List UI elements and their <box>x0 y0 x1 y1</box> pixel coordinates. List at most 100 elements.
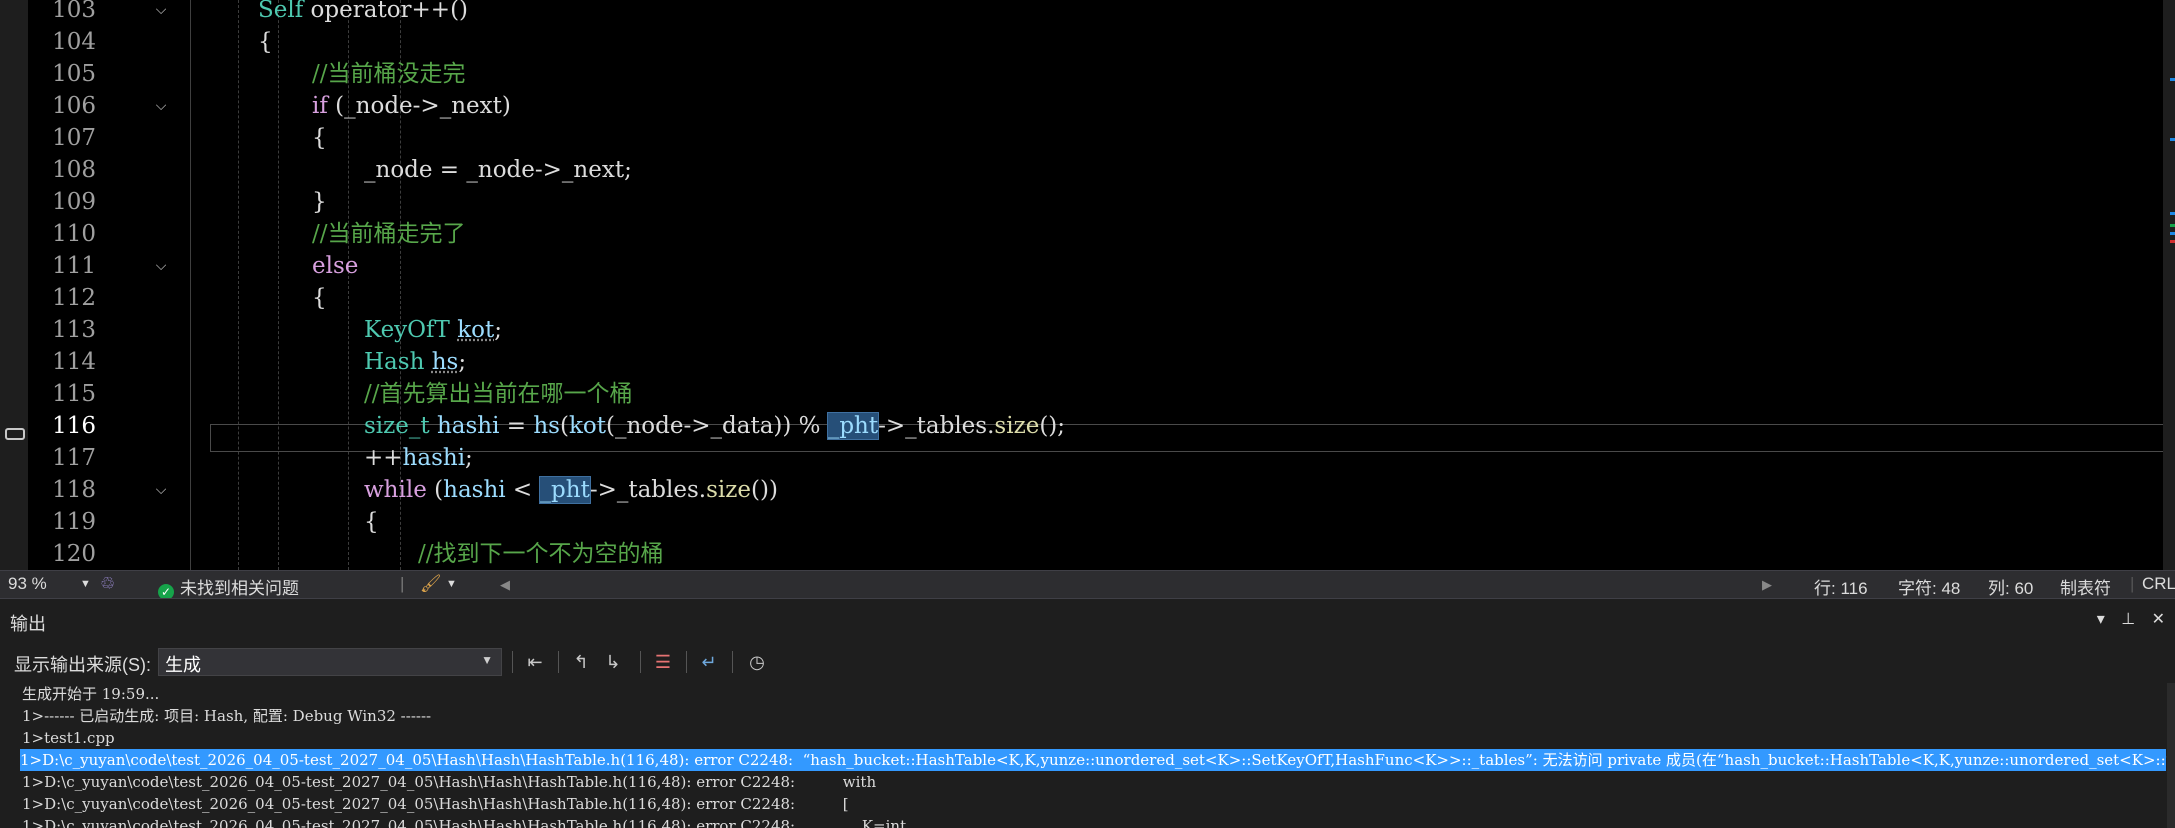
timestamp-icon[interactable]: ◷ <box>744 649 770 675</box>
word-wrap-icon[interactable]: ↵ <box>696 649 722 675</box>
code-line[interactable]: 120 //找到下一个不为空的桶 <box>28 538 2163 570</box>
line-ending-indicator[interactable]: CRL <box>2142 574 2175 594</box>
editor-vertical-scrollbar[interactable] <box>2163 0 2175 570</box>
code-line[interactable]: 112 { <box>28 282 2163 314</box>
code-token: ++ <box>364 445 403 471</box>
fold-toggle-icon[interactable]: ⌵ <box>154 0 168 26</box>
code-text[interactable]: Hash hs; <box>364 346 466 378</box>
code-text[interactable]: } <box>312 186 327 218</box>
previous-message-icon[interactable]: ↰ <box>568 649 594 675</box>
scroll-left-icon[interactable]: ◀ <box>500 577 510 593</box>
line-number: 116 <box>52 413 96 439</box>
output-line[interactable]: 1>D:\c_yuyan\code\test_2026_04_05-test_2… <box>22 815 2168 828</box>
zoom-level[interactable]: 93 % <box>8 574 47 594</box>
code-line[interactable]: 115 //首先算出当前在哪一个桶 <box>28 378 2163 410</box>
code-token: size <box>994 413 1040 439</box>
scroll-right-icon[interactable]: ▶ <box>1762 577 1772 593</box>
code-token: ; <box>494 317 502 343</box>
code-text[interactable]: KeyOfT kot; <box>364 314 502 346</box>
output-line[interactable]: 1>D:\c_yuyan\code\test_2026_04_05-test_2… <box>22 771 2168 793</box>
fold-toggle-icon[interactable]: ⌵ <box>154 474 168 506</box>
code-text[interactable]: { <box>258 26 273 58</box>
code-text[interactable]: { <box>312 122 327 154</box>
find-message-icon[interactable]: ⇤ <box>522 649 548 675</box>
column-indicator[interactable]: 列: 60 <box>1988 574 2033 599</box>
code-lines[interactable]: 103 ⌵ Self operator++() 104 {105 //当前桶没走完 106 ⌵… <box>28 0 2175 570</box>
code-text[interactable]: _node = _node->_next; <box>364 154 632 186</box>
code-token: _node = _node->_next; <box>364 157 632 183</box>
code-line[interactable]: 105 //当前桶没走完 <box>28 58 2163 90</box>
clear-all-icon[interactable]: ☰ <box>650 649 676 675</box>
pin-icon[interactable]: ⊥ <box>2121 611 2135 628</box>
output-line[interactable]: 生成开始于 19:59... <box>22 683 2168 705</box>
code-token: size <box>706 477 752 503</box>
next-message-icon[interactable]: ↳ <box>600 649 626 675</box>
code-line[interactable]: 106 ⌵ if (_node->_next) <box>28 90 2163 122</box>
code-line[interactable]: 111 ⌵ else <box>28 250 2163 282</box>
code-editor[interactable]: 103 ⌵ Self operator++() 104 {105 //当前桶没走完 106 ⌵… <box>0 0 2175 570</box>
code-line[interactable]: 113 KeyOfT kot; <box>28 314 2163 346</box>
tab-mode-indicator[interactable]: 制表符 <box>2060 574 2111 599</box>
code-line[interactable]: 118 ⌵ while (hashi < _pht->_tables.size()) <box>28 474 2163 506</box>
code-text[interactable]: //当前桶没走完 <box>312 58 466 90</box>
code-token: { <box>312 125 327 151</box>
code-text[interactable]: { <box>312 282 327 314</box>
code-line[interactable]: 114 Hash hs; <box>28 346 2163 378</box>
code-text[interactable]: { <box>364 506 379 538</box>
scroll-marker <box>2170 224 2175 227</box>
fold-toggle-icon[interactable]: ⌵ <box>154 250 168 282</box>
code-line[interactable]: 117 ++hashi; <box>28 442 2163 474</box>
code-text[interactable]: while (hashi < _pht->_tables.size()) <box>364 474 778 506</box>
output-line[interactable]: 1>------ 已启动生成: 项目: Hash, 配置: Debug Win3… <box>22 705 2168 727</box>
code-token: hashi <box>436 413 500 439</box>
output-scrollbar[interactable] <box>2167 683 2175 828</box>
row-indicator[interactable]: 行: 116 <box>1814 574 1868 599</box>
fold-toggle-icon[interactable]: ⌵ <box>154 90 168 122</box>
line-number: 118 <box>52 477 96 503</box>
output-text[interactable]: 生成开始于 19:59... 1>------ 已启动生成: 项目: Hash, … <box>0 683 2168 828</box>
code-text[interactable]: //当前桶走完了 <box>312 218 466 250</box>
cleanup-brush-icon[interactable]: 🖌 <box>420 574 442 594</box>
code-token: else <box>312 253 359 279</box>
code-token: { <box>258 29 273 55</box>
output-source-select[interactable]: 生成 ▼ <box>158 648 502 676</box>
code-line[interactable]: 109} <box>28 186 2163 218</box>
chevron-down-icon: ▼ <box>481 653 493 667</box>
zoom-dropdown-icon[interactable]: ▼ <box>80 578 91 590</box>
window-menu-icon[interactable]: ▾ <box>2097 611 2105 628</box>
code-text[interactable]: //找到下一个不为空的桶 <box>418 538 664 570</box>
toolbar-divider <box>686 651 687 673</box>
code-line[interactable]: 116 size_t hashi = hs(kot(_node->_data)) … <box>28 410 2163 442</box>
code-line[interactable]: 103 ⌵ Self operator++() <box>28 0 2163 26</box>
output-source-value: 生成 <box>165 655 201 675</box>
code-line[interactable]: 107 { <box>28 122 2163 154</box>
output-line-selected[interactable]: 1>D:\c_yuyan\code\test_2026_04_05-test_2… <box>20 749 2168 771</box>
code-text[interactable]: if (_node->_next) <box>312 90 511 122</box>
issues-text: 未找到相关问题 <box>180 579 299 598</box>
code-line[interactable]: 108 _node = _node->_next; <box>28 154 2163 186</box>
editor-status-bar: 93 % ▼ ♲ ✓ 未找到相关问题 | 🖌 ▼ ◀ ▶ 行: 116 字符: 4… <box>0 570 2175 600</box>
code-line[interactable]: 110 //当前桶走完了 <box>28 218 2163 250</box>
line-number: 105 <box>52 61 96 87</box>
line-number: 106 <box>52 93 96 119</box>
output-line[interactable]: 1>test1.cpp <box>22 727 2168 749</box>
close-icon[interactable]: ✕ <box>2152 611 2165 628</box>
code-text[interactable]: else <box>312 250 358 282</box>
char-indicator[interactable]: 字符: 48 <box>1898 574 1960 599</box>
line-number: 109 <box>52 189 96 215</box>
intellicode-icon[interactable]: ♲ <box>100 574 115 594</box>
output-line[interactable]: 1>D:\c_yuyan\code\test_2026_04_05-test_2… <box>22 793 2168 815</box>
code-line[interactable]: 119 { <box>28 506 2163 538</box>
code-text[interactable]: size_t hashi = hs(kot(_node->_data)) % _… <box>364 410 1065 442</box>
cleanup-dropdown-icon[interactable]: ▼ <box>446 578 457 590</box>
code-text[interactable]: ++hashi; <box>364 442 473 474</box>
code-text[interactable]: //首先算出当前在哪一个桶 <box>364 378 633 410</box>
code-token: hashi <box>402 445 466 471</box>
scroll-marker <box>2170 240 2175 243</box>
code-token: (_node->_next) <box>327 93 511 119</box>
code-text[interactable]: Self operator++() <box>258 0 468 26</box>
code-token: (_node->_data)) % <box>606 413 828 439</box>
issues-indicator[interactable]: ✓ 未找到相关问题 <box>158 574 299 600</box>
code-line[interactable]: 104 { <box>28 26 2163 58</box>
code-token: //首先算出当前在哪一个桶 <box>364 381 633 407</box>
